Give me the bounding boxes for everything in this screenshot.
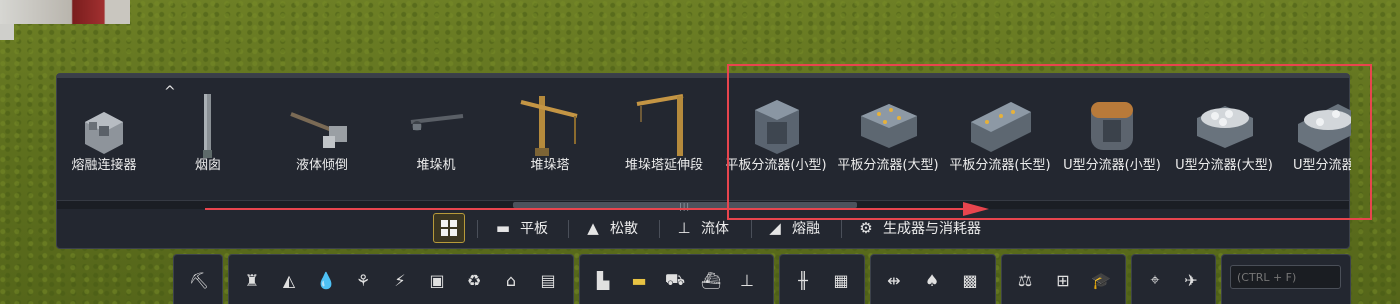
u-splitter-large-icon: [1197, 106, 1253, 148]
highlight-arrow: [205, 208, 965, 210]
molten-icon: ◢: [769, 219, 781, 237]
crane-icon[interactable]: ♜: [239, 267, 265, 293]
tab-label: 松散: [610, 221, 638, 237]
tab-generators-consumers[interactable]: ⚙ 生成器与消耗器: [856, 214, 981, 242]
toolbar-group-world: ⌖ ✈: [1131, 254, 1216, 304]
item-stacking-tower[interactable]: 堆垛塔: [495, 82, 605, 200]
item-fluid-connector[interactable]: 熔融连接器: [49, 82, 159, 200]
item-strip: 熔融连接器 烟囱 液体倾倒 堆垛机 堆垛塔 堆垛塔延伸段 平板分流器(小型) 平…: [57, 82, 1351, 200]
flat-storage-icon: ▬: [495, 219, 511, 237]
storage-icon[interactable]: ▤: [535, 267, 561, 293]
category-tabs: ▬ 平板 ▲ 松散 ⊥ 流体 ◢ 熔融 ⚙ 生成器与消耗器: [57, 211, 1349, 245]
item-chimney[interactable]: 烟囱: [153, 82, 263, 200]
map-pin-icon[interactable]: ⌖: [1142, 267, 1168, 293]
chimney-icon: [203, 94, 212, 158]
recycle-icon[interactable]: ♻: [461, 267, 487, 293]
depot-icon[interactable]: ▙: [590, 267, 616, 293]
farm-icon[interactable]: ⚘: [350, 267, 376, 293]
item-u-splitter-small[interactable]: U型分流器(小型): [1057, 82, 1167, 200]
search-input[interactable]: [1230, 265, 1341, 289]
item-label: U型分流器(长型): [1293, 158, 1351, 173]
generator-consumer-icon: ⚙: [859, 219, 873, 237]
item-label: 平板分流器(大型): [837, 158, 939, 173]
item-label: 堆垛机: [416, 158, 456, 173]
item-label: 液体倾倒: [295, 158, 348, 173]
research-icon[interactable]: 🎓: [1088, 267, 1114, 293]
loose-storage-icon: ▲: [587, 219, 599, 237]
terrain-icon[interactable]: ⇹: [881, 267, 907, 293]
item-u-splitter-long[interactable]: U型分流器(长型): [1281, 82, 1351, 200]
ship-icon[interactable]: ⛴: [698, 267, 724, 293]
item-label: 平板分流器(长型): [949, 158, 1051, 173]
divider: [659, 220, 660, 238]
item-liquid-dump[interactable]: 液体倾倒: [267, 82, 377, 200]
toolbar-group-terrain: ⇹ ♠ ▩: [870, 254, 996, 304]
fluid-connector-icon: [85, 112, 123, 154]
tiles-icon[interactable]: ▩: [957, 267, 983, 293]
item-stacker[interactable]: 堆垛机: [381, 82, 491, 200]
tab-label: 平板: [520, 221, 548, 237]
flat-splitter-large-icon: [861, 104, 917, 148]
blueprint-icon[interactable]: ⊞: [1050, 267, 1076, 293]
trees-icon[interactable]: ♠: [919, 267, 945, 293]
item-label: U型分流器(大型): [1175, 158, 1273, 173]
train-icon[interactable]: ▦: [828, 267, 854, 293]
stacking-tower-extension-icon: [636, 94, 684, 156]
tab-fluid[interactable]: ⊥ 流体: [674, 214, 729, 242]
tab-loose[interactable]: ▲ 松散: [583, 214, 638, 242]
toolbar-group-logistics: ▙ ▬ ⛟ ⛴ ⊥: [579, 254, 774, 304]
divider: [841, 220, 842, 238]
grid-icon: [441, 220, 457, 236]
item-flat-splitter-large[interactable]: 平板分流器(大型): [833, 82, 943, 200]
tab-label: 流体: [701, 221, 729, 237]
item-label: U型分流器(小型): [1063, 158, 1161, 173]
building-wall: [0, 24, 14, 40]
build-panel: ^ 熔融连接器 烟囱 液体倾倒 堆垛机 堆垛塔 堆垛塔延伸段 平板分流器(小型)…: [56, 73, 1351, 249]
building-roof: [0, 0, 130, 24]
station-icon[interactable]: ⊥: [734, 267, 760, 293]
satellite-icon[interactable]: ✈: [1178, 267, 1204, 293]
arrow-head: [963, 202, 989, 216]
toolbar-group-demolish: ⛏: [173, 254, 223, 304]
flat-splitter-long-icon: [971, 102, 1031, 152]
road-icon[interactable]: ╫: [790, 267, 816, 293]
u-splitter-long-icon: [1298, 104, 1351, 152]
item-label: 堆垛塔延伸段: [624, 158, 703, 173]
toolbar-group-transport: ╫ ▦: [779, 254, 865, 304]
item-label: 平板分流器(小型): [725, 158, 827, 173]
item-stacking-tower-extension[interactable]: 堆垛塔延伸段: [609, 82, 719, 200]
toolbar-group-production: ♜ ◭ 💧 ⚘ ⚡ ▣ ♻ ⌂ ▤: [228, 254, 574, 304]
item-flat-splitter-long[interactable]: 平板分流器(长型): [945, 82, 1055, 200]
balance-icon[interactable]: ⚖: [1012, 267, 1038, 293]
divider: [568, 220, 569, 238]
item-label: 熔融连接器: [71, 158, 137, 173]
liquid-dump-icon: [290, 112, 347, 148]
divider: [751, 220, 752, 238]
droplet-icon[interactable]: 💧: [313, 267, 339, 293]
item-flat-splitter-small[interactable]: 平板分流器(小型): [721, 82, 831, 200]
truck-icon[interactable]: ⛟: [662, 267, 688, 293]
container-icon[interactable]: ▣: [424, 267, 450, 293]
factory-icon[interactable]: ⌂: [498, 267, 524, 293]
stacker-icon: [410, 114, 464, 131]
hopper-icon[interactable]: ◭: [276, 267, 302, 293]
stacking-tower-icon: [520, 96, 578, 156]
item-u-splitter-large[interactable]: U型分流器(大型): [1169, 82, 1279, 200]
item-label: 烟囱: [194, 158, 221, 173]
toolbar-group-management: ⚖ ⊞ 🎓: [1001, 254, 1126, 304]
all-categories-button[interactable]: [433, 213, 465, 243]
tab-label: 熔融: [792, 221, 820, 237]
flat-splitter-small-icon: [755, 100, 799, 154]
power-icon[interactable]: ⚡: [387, 267, 413, 293]
item-label: 堆垛塔: [530, 158, 570, 173]
fluid-icon: ⊥: [677, 219, 691, 237]
tab-molten[interactable]: ◢ 熔融: [765, 214, 820, 242]
tab-flat[interactable]: ▬ 平板: [493, 214, 548, 242]
belt-icon[interactable]: ▬: [626, 267, 652, 293]
demolish-icon[interactable]: ⛏: [186, 267, 212, 293]
divider: [477, 220, 478, 238]
tab-label: 生成器与消耗器: [883, 221, 981, 237]
panel-border: [57, 74, 1349, 78]
u-splitter-small-icon: [1091, 102, 1133, 150]
